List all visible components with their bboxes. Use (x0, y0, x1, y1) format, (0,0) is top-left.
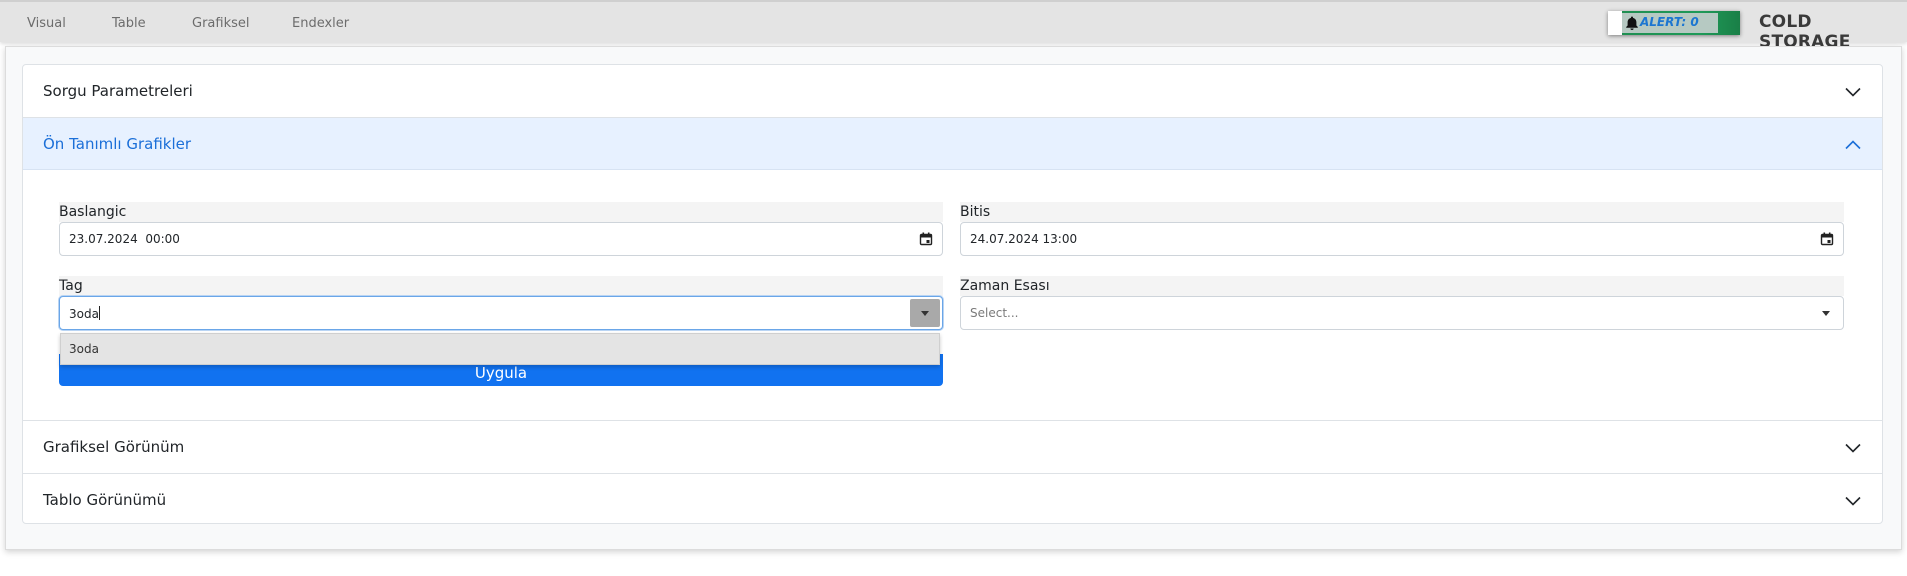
chevron-down-icon (1845, 496, 1861, 506)
end-date-label: Bitis (960, 202, 1844, 222)
bell-icon (1626, 16, 1638, 30)
end-date-field[interactable]: 24.07.2024 13:00 (960, 222, 1844, 256)
accordion-title: Ön Tanımlı Grafikler (43, 135, 192, 153)
chevron-down-icon (1845, 87, 1861, 97)
apply-button-label: Uygula (474, 364, 528, 382)
accordion-title: Sorgu Parametreleri (43, 82, 193, 100)
accordion-header-grafiksel-gorunum[interactable]: Grafiksel Görünüm (23, 421, 1882, 473)
chevron-up-icon (1845, 140, 1861, 150)
start-date-label: Baslangic (59, 202, 943, 222)
nav-item-grafiksel[interactable]: Grafiksel (192, 16, 249, 31)
accordion-header-tablo-gorunumu[interactable]: Tablo Görünümü (23, 474, 1882, 523)
tag-dropdown-button[interactable] (910, 299, 940, 327)
caret-down-icon (921, 311, 929, 316)
time-basis-label: Zaman Esası (960, 276, 1844, 296)
time-basis-select[interactable]: Select... (960, 296, 1844, 330)
chevron-down-icon (1845, 443, 1861, 453)
time-basis-placeholder: Select... (970, 306, 1019, 320)
dropdown-option-3oda[interactable]: 3oda (69, 342, 99, 356)
tag-label: Tag (59, 276, 943, 296)
end-date-value: 24.07.2024 13:00 (970, 232, 1078, 246)
nav-item-table[interactable]: Table (112, 16, 146, 31)
accordion-title: Grafiksel Görünüm (43, 438, 185, 456)
top-navbar: Visual Table Grafiksel Endexler ALERT: 0… (0, 0, 1907, 52)
start-date-field[interactable]: 23.07.2024 00:00 (59, 222, 943, 256)
text-cursor (98, 306, 100, 320)
alert-count-label: ALERT: 0 (1640, 15, 1699, 29)
calendar-icon[interactable] (1820, 232, 1834, 246)
accordion-title: Tablo Görünümü (43, 491, 167, 509)
tag-input-value: 3oda (69, 307, 99, 321)
tag-dropdown-list: 3oda (60, 333, 940, 365)
caret-down-icon (1822, 311, 1830, 316)
alert-badge[interactable]: ALERT: 0 (1608, 11, 1740, 35)
accordion-header-on-tanimli-grafikler[interactable]: Ön Tanımlı Grafikler (23, 118, 1882, 170)
start-date-value: 23.07.2024 00:00 (69, 232, 180, 246)
nav-item-endexler[interactable]: Endexler (292, 16, 349, 31)
accordion-header-sorgu-parametreleri[interactable]: Sorgu Parametreleri (23, 65, 1882, 117)
calendar-icon[interactable] (919, 232, 933, 246)
tag-input-text: 3oda (69, 306, 100, 321)
nav-item-visual[interactable]: Visual (27, 16, 66, 31)
tag-combobox[interactable]: 3oda (59, 296, 943, 330)
